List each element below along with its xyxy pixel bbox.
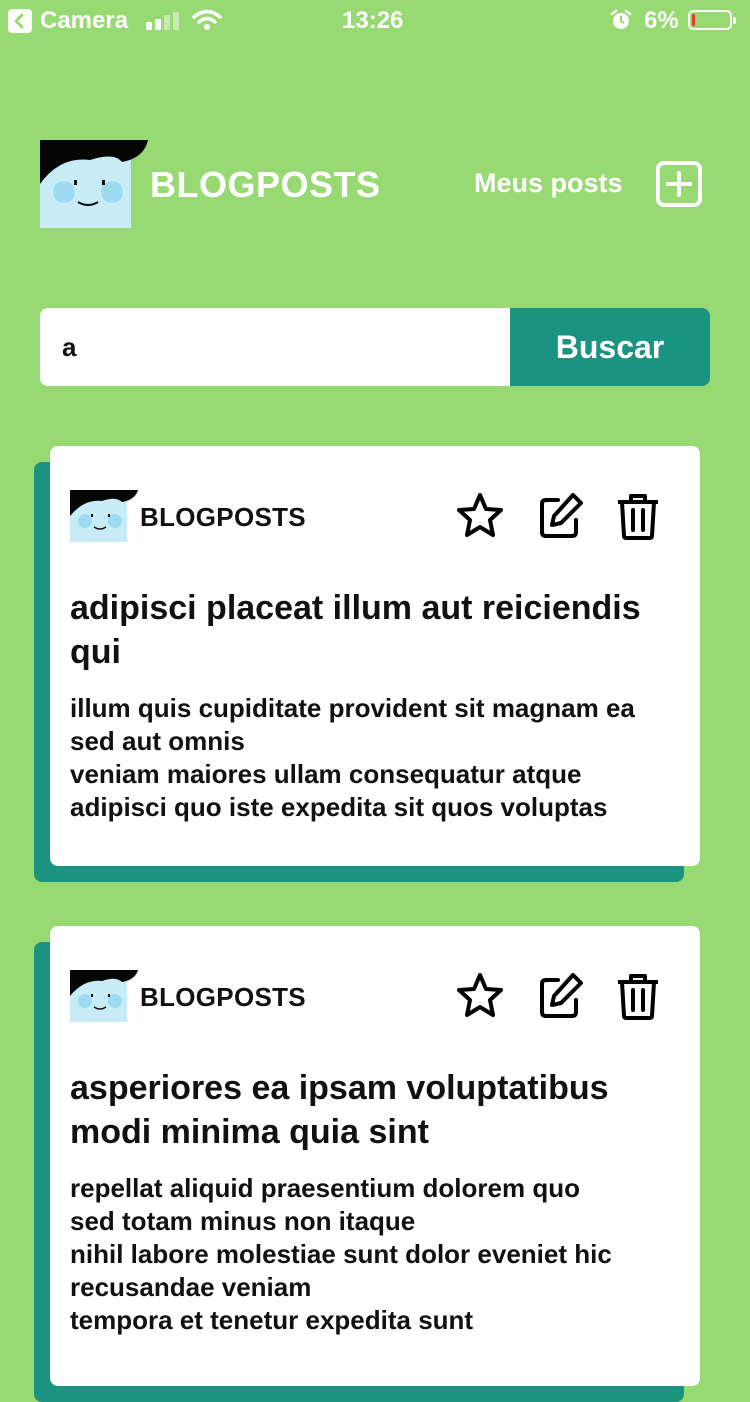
battery-icon	[688, 10, 736, 30]
trash-icon[interactable]	[612, 490, 664, 542]
post-title[interactable]: adipisci placeat illum aut reiciendis qu…	[70, 586, 680, 674]
edit-icon[interactable]	[534, 970, 586, 1022]
wifi-icon	[192, 9, 222, 30]
avatar-face-icon	[40, 140, 148, 228]
alarm-icon	[610, 9, 632, 29]
search-bar: Buscar	[40, 308, 710, 386]
card-header: BLOGPOSTS	[70, 970, 680, 1022]
app-title: BLOGPOSTS	[150, 164, 381, 205]
card-header: BLOGPOSTS	[70, 490, 680, 542]
search-button[interactable]: Buscar	[510, 308, 710, 386]
post-excerpt: repellat aliquid praesentium dolorem quo…	[70, 1173, 612, 1335]
back-arrow-icon[interactable]	[8, 9, 32, 33]
edit-icon[interactable]	[534, 490, 586, 542]
battery-percent: 6%	[644, 7, 679, 34]
star-icon[interactable]	[454, 490, 506, 542]
avatar-face-icon	[70, 490, 138, 542]
my-posts-link[interactable]: Meus posts	[474, 168, 623, 199]
avatar-face-icon	[70, 970, 138, 1022]
post-title[interactable]: asperiores ea ipsam voluptatibus modi mi…	[70, 1066, 680, 1154]
star-icon[interactable]	[454, 970, 506, 1022]
card-body: BLOGPOSTS asperiores ea ipsam voluptatib…	[50, 926, 700, 1386]
search-input[interactable]	[40, 308, 510, 386]
plus-square-icon[interactable]	[656, 161, 702, 207]
post-author: BLOGPOSTS	[140, 502, 306, 532]
card-body: BLOGPOSTS adipisci placeat illum aut rei…	[50, 446, 700, 866]
battery-level-fill	[692, 14, 695, 26]
app-header: BLOGPOSTS Meus posts	[0, 130, 750, 240]
post-author: BLOGPOSTS	[140, 982, 306, 1012]
status-bar: Camera 13:26 6%	[0, 0, 750, 40]
cellular-signal-icon	[146, 12, 179, 30]
back-to-app-label[interactable]: Camera	[40, 7, 128, 35]
clock: 13:26	[342, 7, 404, 34]
post-excerpt: illum quis cupiditate provident sit magn…	[70, 693, 635, 822]
trash-icon[interactable]	[612, 970, 664, 1022]
